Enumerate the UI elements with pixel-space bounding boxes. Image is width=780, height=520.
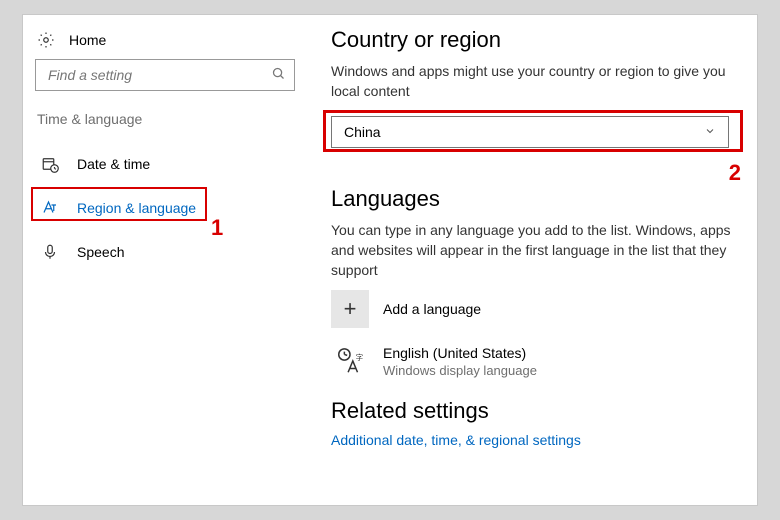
sidebar-item-label: Speech [77,244,124,260]
language-sub: Windows display language [383,363,537,378]
search-icon [271,66,286,84]
sidebar-item-date-time[interactable]: Date & time [23,145,307,183]
sidebar-item-label: Region & language [77,200,196,216]
languages-description: You can type in any language you add to … [331,220,737,281]
callout-number-2: 2 [729,160,741,186]
country-dropdown[interactable]: China [331,116,729,148]
chevron-down-icon [704,124,716,140]
content-pane: Country or region Windows and apps might… [307,15,757,505]
country-dropdown-value: China [344,124,381,140]
sidebar-section-label: Time & language [23,101,307,145]
languages-heading: Languages [331,186,737,212]
language-az-icon: 字 [331,342,369,380]
search-input-wrap[interactable] [35,59,295,91]
settings-window: Home Time & language Date & time [22,14,758,506]
related-settings-link[interactable]: Additional date, time, & regional settin… [331,432,737,448]
sidebar: Home Time & language Date & time [23,15,307,505]
add-language-button[interactable]: + Add a language [331,290,737,328]
language-item-text: English (United States) Windows display … [383,345,537,378]
language-name: English (United States) [383,345,537,361]
plus-icon: + [331,290,369,328]
home-label: Home [69,32,106,48]
svg-text:字: 字 [356,353,364,363]
search-container [23,59,307,101]
related-heading: Related settings [331,398,737,424]
country-description: Windows and apps might use your country … [331,61,737,102]
sidebar-item-region-language[interactable]: Region & language 1 [23,189,307,227]
calendar-clock-icon [41,155,59,173]
search-input[interactable] [46,66,271,84]
country-heading: Country or region [331,27,737,53]
home-nav[interactable]: Home [23,27,307,59]
add-language-label: Add a language [383,301,481,317]
microphone-icon [41,243,59,261]
language-item[interactable]: 字 English (United States) Windows displa… [331,342,737,380]
sidebar-item-label: Date & time [77,156,150,172]
sidebar-item-speech[interactable]: Speech [23,233,307,271]
gear-icon [37,31,55,49]
globe-text-icon [41,199,59,217]
